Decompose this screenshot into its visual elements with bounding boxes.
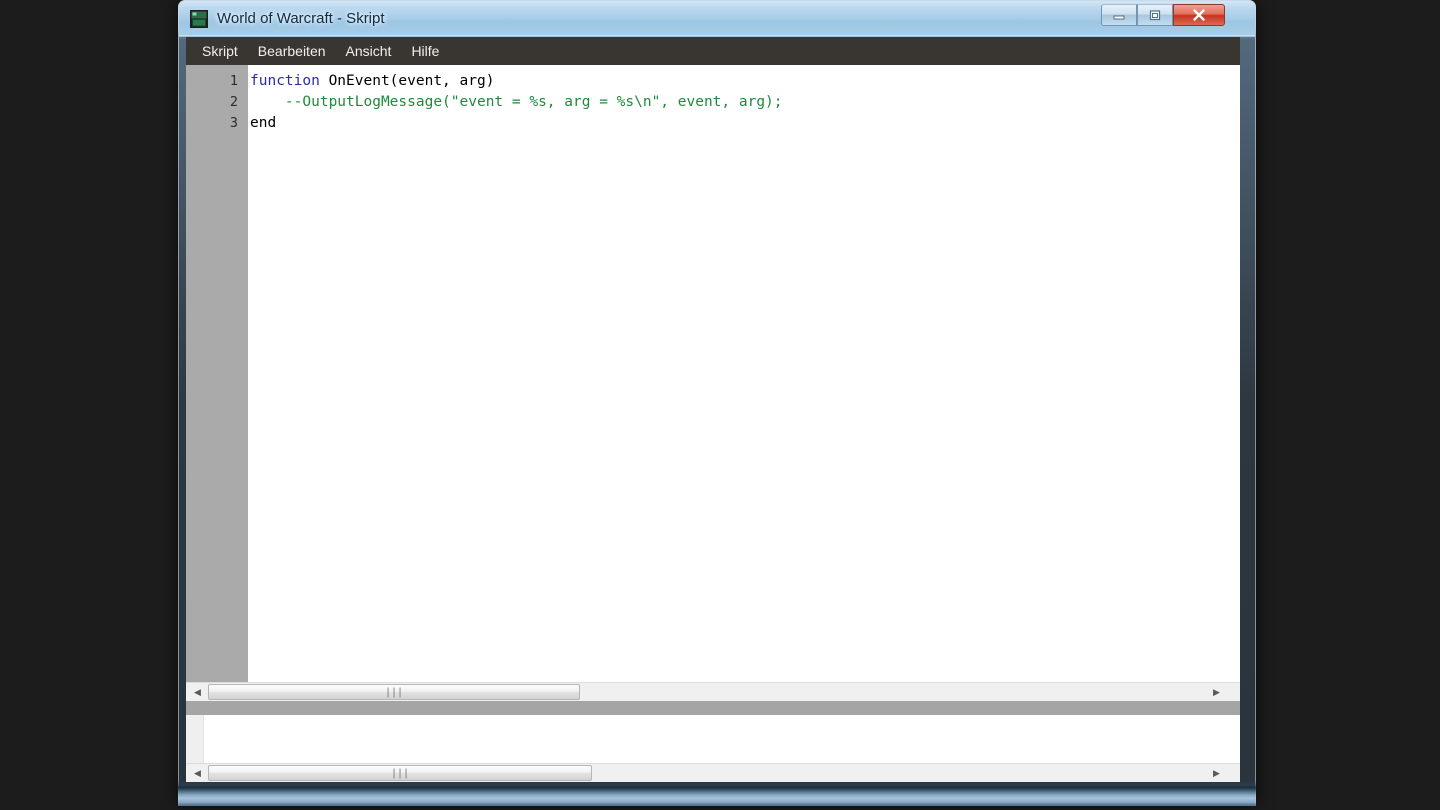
menu-hilfe[interactable]: Hilfe (401, 40, 449, 62)
line-number: 3 (229, 115, 238, 131)
menu-ansicht[interactable]: Ansicht (336, 40, 402, 62)
script-editor-pane[interactable]: 1 2 3 function OnEvent(event, arg) --Out… (186, 65, 1240, 682)
scrollbar-grip-icon: ∣∣∣ (384, 686, 404, 698)
editor-scrollbar-thumb[interactable]: ∣∣∣ (208, 684, 580, 700)
editor-horizontal-scrollbar[interactable]: ◀ ∣∣∣ ▶ (186, 682, 1240, 701)
code-token: function (250, 73, 320, 89)
code-token: end (250, 115, 277, 131)
code-line: --OutputLogMessage("event = %s, arg = %s… (250, 92, 1240, 113)
code-token: OnEvent(event, arg) (319, 73, 495, 89)
output-horizontal-scrollbar[interactable]: ◀ ∣∣∣ ▶ (186, 763, 1240, 782)
output-scroll-right-arrow[interactable]: ▶ (1207, 764, 1226, 782)
scroll-right-arrow[interactable]: ▶ (1207, 683, 1226, 701)
code-token: --OutputLogMessage("event = %s, arg = %s… (250, 94, 783, 110)
menu-bearbeiten[interactable]: Bearbeiten (248, 40, 336, 62)
close-button[interactable] (1173, 4, 1225, 26)
client-area: Skript Bearbeiten Ansicht Hilfe 1 2 3 fu… (186, 37, 1240, 782)
maximize-icon (1138, 5, 1172, 25)
close-icon (1174, 5, 1224, 25)
minimize-icon (1102, 5, 1136, 25)
menu-bar: Skript Bearbeiten Ansicht Hilfe (186, 37, 1240, 65)
code-line: end (250, 113, 1240, 134)
minimize-button[interactable] (1101, 4, 1137, 26)
output-scrollbar-grip-icon: ∣∣∣ (390, 767, 410, 779)
line-number-gutter: 1 2 3 (186, 65, 248, 682)
output-scroll-left-arrow[interactable]: ◀ (188, 764, 207, 782)
maximize-button[interactable] (1137, 4, 1173, 26)
line-number: 1 (229, 73, 238, 89)
title-bar[interactable]: World of Warcraft - Skript (179, 1, 1255, 37)
app-icon (190, 10, 208, 28)
window-title: World of Warcraft - Skript (217, 10, 385, 27)
menu-skript[interactable]: Skript (192, 40, 248, 62)
desktop-background: World of Warcraft - Skript Skript Bearbe… (0, 0, 1440, 810)
pane-splitter[interactable] (186, 701, 1240, 715)
application-window: World of Warcraft - Skript Skript Bearbe… (178, 0, 1256, 806)
scroll-left-arrow[interactable]: ◀ (188, 683, 207, 701)
code-text-area[interactable]: function OnEvent(event, arg) --OutputLog… (248, 65, 1240, 682)
output-scrollbar-thumb[interactable]: ∣∣∣ (208, 765, 592, 781)
code-line: function OnEvent(event, arg) (250, 71, 1240, 92)
line-number: 2 (229, 94, 238, 110)
